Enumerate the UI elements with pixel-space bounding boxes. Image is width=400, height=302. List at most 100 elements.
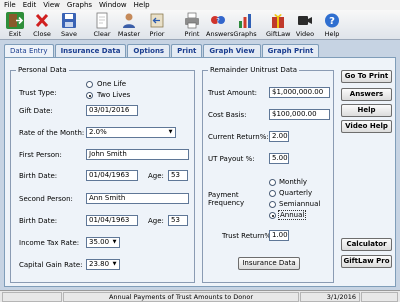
menu-edit[interactable]: Edit — [19, 0, 40, 10]
one-life-radio[interactable] — [86, 81, 93, 88]
graphs-icon — [236, 12, 254, 29]
answers-toolbar-button[interactable]: ? Answers — [206, 11, 234, 39]
frequency-annual-label: Annual — [278, 210, 307, 220]
menu-graphs[interactable]: Graphs — [63, 0, 95, 10]
printer-icon — [183, 12, 201, 29]
master-button[interactable]: Master — [117, 11, 141, 39]
ut-payout-label: UT Payout %: — [208, 155, 255, 163]
help-toolbar-button[interactable]: ? Help — [320, 11, 344, 39]
trust-amount-label: Trust Amount: — [208, 89, 258, 97]
income-tax-select[interactable]: 35.00 ▼ — [86, 237, 120, 248]
tab-graph-view[interactable]: Graph View — [203, 44, 261, 58]
status-left-cell — [2, 292, 62, 302]
birth-date-1-field[interactable]: 01/04/1963 — [86, 170, 138, 181]
capital-gain-label: Capital Gain Rate: — [19, 261, 83, 269]
gift-date-field[interactable]: 03/01/2016 — [86, 105, 138, 116]
video-label: Video — [295, 30, 315, 38]
tab-print[interactable]: Print — [171, 44, 203, 58]
status-extra-cell — [361, 292, 398, 302]
age-1-label: Age: — [148, 172, 164, 180]
chevron-down-icon: ▼ — [112, 261, 117, 267]
current-return-field[interactable]: 2.00 — [269, 131, 289, 142]
remainder-unitrust-group: Remainder Unitrust Data Trust Amount: $1… — [202, 66, 334, 283]
go-to-print-button[interactable]: Go To Print — [341, 70, 392, 83]
rate-of-month-label: Rate of the Month: — [19, 129, 85, 137]
calculator-button[interactable]: Calculator — [341, 238, 392, 251]
trust-amount-field[interactable]: $1,000,000.00 — [269, 87, 330, 98]
two-lives-radio[interactable] — [86, 92, 93, 99]
menu-help[interactable]: Help — [130, 0, 153, 10]
video-button[interactable]: Video — [293, 11, 317, 39]
trust-return-label: Trust Return%: — [222, 232, 274, 240]
frequency-semiannual-radio[interactable] — [269, 201, 276, 208]
svg-text:?: ? — [329, 16, 335, 27]
gift-date-label: Gift Date: — [19, 107, 53, 115]
cost-basis-field[interactable]: $100,000.00 — [269, 109, 330, 120]
answers-label: Answers — [206, 30, 234, 38]
close-button[interactable]: Close — [30, 11, 54, 39]
first-person-field[interactable]: John Smith — [86, 149, 189, 160]
birth-date-1-label: Birth Date: — [19, 172, 58, 180]
menu-file[interactable]: File — [0, 0, 19, 10]
ut-payout-field[interactable]: 5.00 — [269, 153, 289, 164]
menu-bar: File Edit View Graphs Window Help — [0, 0, 400, 10]
current-return-label: Current Return%: — [208, 133, 269, 141]
frequency-monthly-label: Monthly — [279, 178, 308, 186]
exit-door-icon — [6, 12, 24, 29]
clear-button[interactable]: Clear — [90, 11, 114, 39]
clear-page-icon — [93, 12, 111, 29]
help-button[interactable]: Help — [341, 104, 392, 117]
rate-of-month-value: 2.0% — [89, 128, 107, 136]
age-1-field[interactable]: 53 — [168, 170, 188, 181]
tab-graph-print[interactable]: Graph Print — [261, 44, 320, 58]
personal-data-title: Personal Data — [16, 66, 69, 74]
prior-label: Prior — [149, 30, 165, 38]
save-label: Save — [61, 30, 77, 38]
help-icon: ? — [323, 12, 341, 29]
capital-gain-select[interactable]: 23.80 ▼ — [86, 259, 120, 270]
help-label: Help — [324, 30, 340, 38]
save-button[interactable]: Save — [57, 11, 81, 39]
frequency-quarterly-radio[interactable] — [269, 190, 276, 197]
tab-options[interactable]: Options — [127, 44, 171, 58]
trust-type-label: Trust Type: — [19, 89, 57, 97]
tab-data-entry[interactable]: Data Entry — [4, 44, 54, 58]
print-label: Print — [184, 30, 200, 38]
answers-button[interactable]: Answers — [341, 88, 392, 101]
second-person-label: Second Person: — [19, 195, 73, 203]
graphs-button[interactable]: Graphs — [233, 11, 257, 39]
prior-button[interactable]: Prior — [145, 11, 169, 39]
one-life-label: One Life — [97, 80, 127, 88]
status-date: 3/1/2016 — [300, 292, 360, 302]
chevron-down-icon: ▼ — [112, 239, 117, 245]
insurance-data-button[interactable]: Insurance Data — [238, 257, 300, 270]
rate-of-month-select[interactable]: 2.0% ▼ — [86, 127, 176, 138]
tab-strip: Data Entry Insurance Data Options Print … — [4, 44, 320, 58]
data-entry-panel: Personal Data Trust Type: One Life Two L… — [4, 57, 396, 287]
menu-window[interactable]: Window — [95, 0, 130, 10]
second-person-field[interactable]: Ann Smith — [86, 193, 189, 204]
toolbar: Exit Close Save Clear Master Prior Print… — [0, 10, 400, 40]
trust-return-field[interactable]: 1.00 — [269, 230, 289, 241]
save-disk-icon — [60, 12, 78, 29]
video-help-button[interactable]: Video Help — [341, 120, 392, 133]
print-button[interactable]: Print — [180, 11, 204, 39]
two-lives-label: Two Lives — [97, 91, 131, 99]
giftlaw-button[interactable]: GiftLaw — [266, 11, 291, 39]
payment-frequency-label-2: Frequency — [208, 199, 245, 207]
exit-button[interactable]: Exit — [3, 11, 27, 39]
frequency-annual-radio[interactable] — [269, 212, 276, 219]
remainder-unitrust-title: Remainder Unitrust Data — [208, 66, 300, 74]
menu-view[interactable]: View — [39, 0, 63, 10]
giftlaw-pro-button[interactable]: GiftLaw Pro — [341, 255, 392, 268]
answers-icon: ? — [209, 12, 227, 29]
exit-label: Exit — [8, 30, 22, 38]
cost-basis-label: Cost Basis: — [208, 111, 247, 119]
age-2-field[interactable]: 53 — [168, 215, 188, 226]
clear-label: Clear — [93, 30, 111, 38]
frequency-monthly-radio[interactable] — [269, 179, 276, 186]
frequency-quarterly-label: Quarterly — [279, 189, 313, 197]
birth-date-2-field[interactable]: 01/04/1963 — [86, 215, 138, 226]
giftlaw-label: GiftLaw — [266, 30, 291, 38]
tab-insurance-data[interactable]: Insurance Data — [54, 44, 127, 58]
